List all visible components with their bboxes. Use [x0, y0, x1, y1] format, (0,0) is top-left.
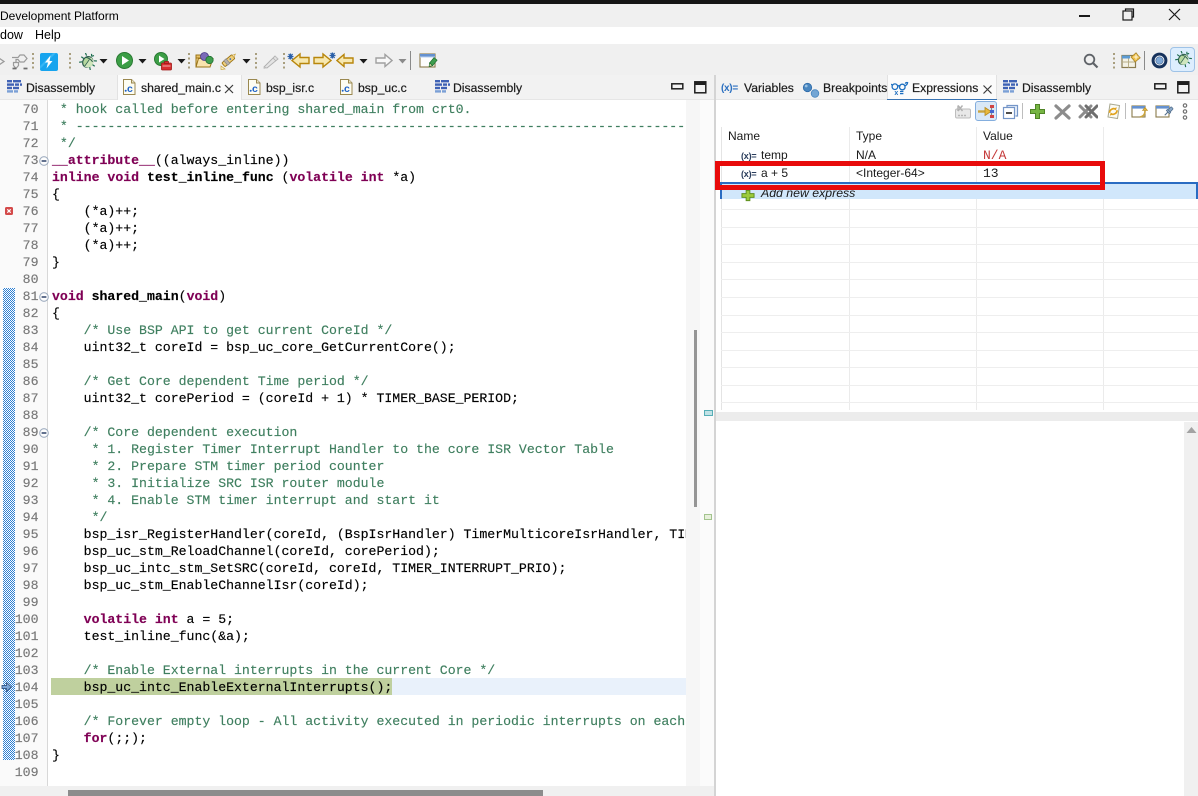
svg-text:c: c — [344, 83, 350, 95]
svg-text:x: x — [894, 90, 898, 96]
svg-text:c: c — [252, 83, 258, 95]
svg-text:c: c — [127, 83, 133, 95]
